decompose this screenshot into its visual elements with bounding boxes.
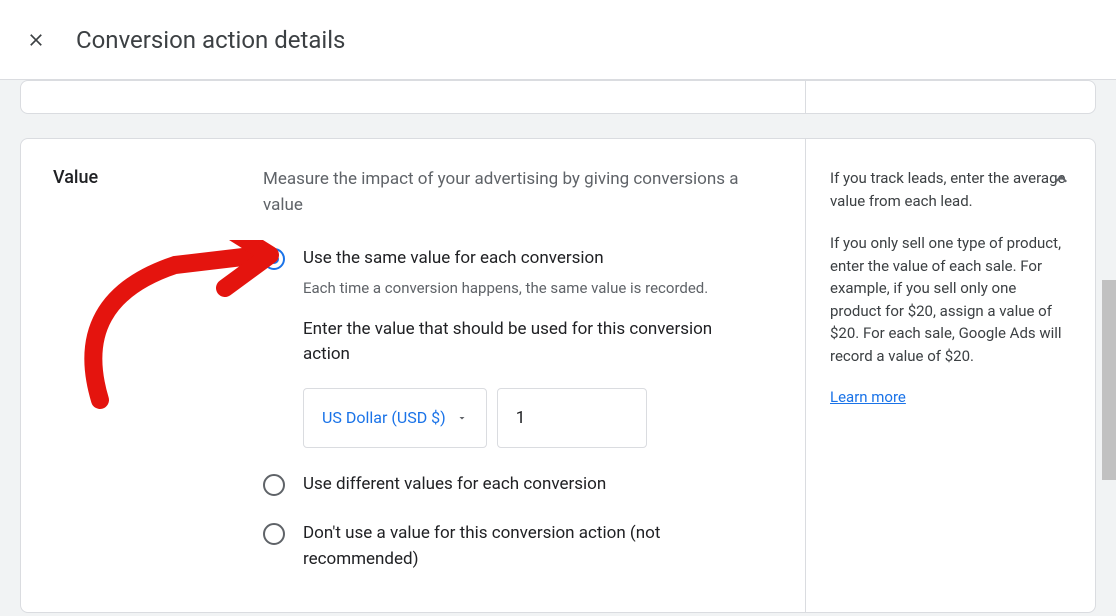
close-button[interactable] bbox=[24, 28, 48, 52]
scrollbar[interactable] bbox=[1102, 80, 1116, 616]
scrollbar-thumb[interactable] bbox=[1102, 280, 1116, 480]
help-text-leads: If you track leads, enter the average va… bbox=[830, 167, 1071, 212]
previous-card-stub bbox=[20, 80, 1096, 114]
collapse-button[interactable] bbox=[1049, 167, 1073, 195]
radio-sub-same: Each time a conversion happens, the same… bbox=[303, 278, 763, 299]
currency-label: US Dollar (USD $) bbox=[322, 408, 446, 427]
radio-label-different: Use different values for each conversion bbox=[303, 472, 763, 498]
page-title: Conversion action details bbox=[76, 26, 345, 54]
section-description: Measure the impact of your advertising b… bbox=[263, 167, 763, 218]
radio-option-no-value[interactable]: Don't use a value for this conversion ac… bbox=[263, 521, 763, 572]
radio-option-same-value[interactable]: Use the same value for each conversion E… bbox=[263, 246, 763, 448]
close-icon bbox=[26, 30, 46, 50]
section-label: Value bbox=[53, 167, 263, 572]
radio-input-different[interactable] bbox=[263, 474, 285, 496]
radio-label-same: Use the same value for each conversion bbox=[303, 246, 763, 272]
radio-input-none[interactable] bbox=[263, 523, 285, 545]
value-card: Value Measure the impact of your adverti… bbox=[20, 138, 1096, 613]
conversion-value-input[interactable] bbox=[497, 388, 647, 448]
page-header: Conversion action details bbox=[0, 0, 1116, 80]
chevron-down-icon bbox=[456, 412, 468, 424]
radio-input-same[interactable] bbox=[263, 248, 285, 270]
value-instruction: Enter the value that should be used for … bbox=[303, 317, 763, 368]
currency-select[interactable]: US Dollar (USD $) bbox=[303, 388, 487, 448]
chevron-up-icon bbox=[1049, 167, 1073, 191]
help-panel: If you track leads, enter the average va… bbox=[805, 139, 1095, 612]
radio-option-different-values[interactable]: Use different values for each conversion bbox=[263, 472, 763, 498]
radio-label-none: Don't use a value for this conversion ac… bbox=[303, 521, 763, 572]
help-text-products: If you only sell one type of product, en… bbox=[830, 232, 1071, 367]
learn-more-link[interactable]: Learn more bbox=[830, 388, 906, 406]
